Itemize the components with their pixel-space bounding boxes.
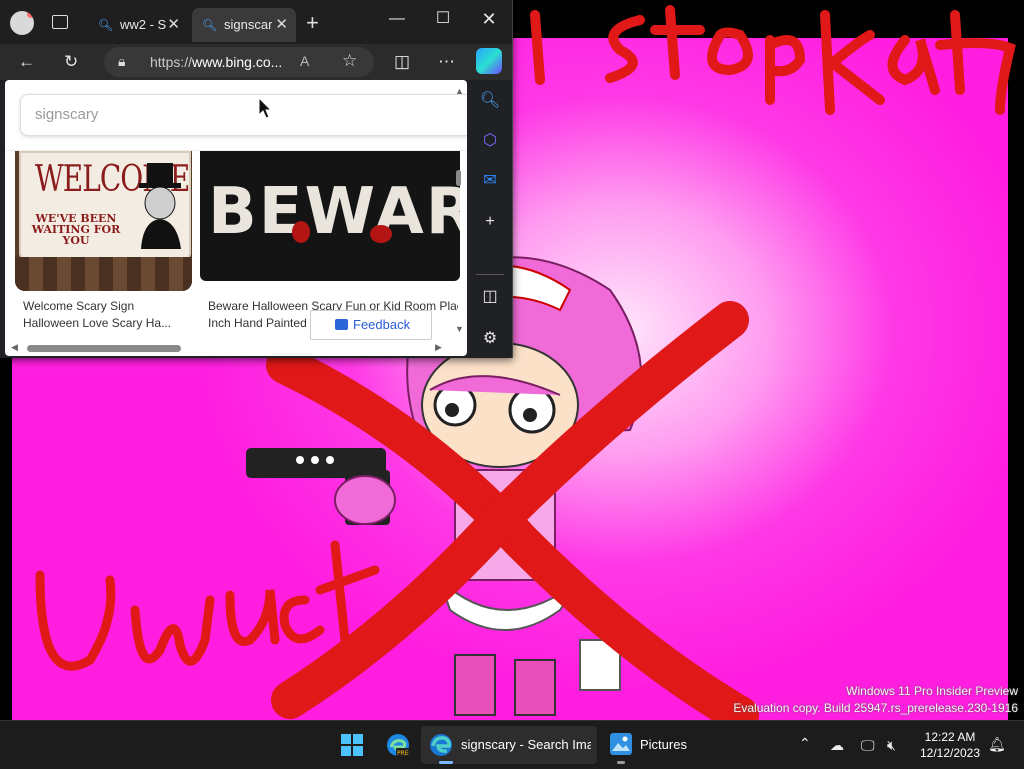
maximize-button[interactable]: ☐ [428,6,458,32]
close-tab-icon[interactable]: ✕ [167,15,180,33]
search-query-text[interactable]: signscary [35,106,98,123]
taskbar-edge-window[interactable]: signscary - Search Imag [421,726,597,764]
sidebar-divider [476,274,504,275]
result-caption-welcome[interactable]: Welcome Scary Sign Halloween Love Scary … [23,298,188,332]
horizontal-scroll-thumb[interactable] [27,345,181,352]
svg-text:PRE: PRE [397,750,409,757]
mouse-cursor-icon [258,97,272,119]
notifications-bell-icon[interactable]: 🔔︎ [988,736,1006,753]
lock-icon[interactable]: 🔒︎ [118,53,125,70]
tab-label: signscar [224,17,272,32]
navigation-toolbar: ← ↻ 🔒︎ https://www.bing.co... A ☆ ◫ ⋯ [0,44,512,80]
hide-sidebar-icon[interactable]: ◫ [468,286,512,306]
sidebar-outlook-icon[interactable]: ✉ [468,170,512,190]
sidebar-add-icon[interactable]: + [468,213,512,231]
back-arrow-icon[interactable]: ← [18,52,35,72]
taskbar-edge-preview[interactable]: PRE [381,726,415,764]
volume-muted-icon[interactable]: 🔇︎ [887,737,896,754]
wood-planks [15,257,192,291]
clock[interactable]: 12:22 AM 12/12/2023 [912,729,988,761]
time-text: 12:22 AM [924,730,976,744]
tab-bar: 🔍︎ ww2 - S ✕ 🔍︎ signscar ✕ + — ☐ ✕ [0,0,512,44]
copilot-icon[interactable] [476,48,502,74]
url-text[interactable]: https://www.bing.co... [150,54,290,70]
taskbar-edge-label: signscary - Search Imag [461,737,591,752]
new-tab-button[interactable]: + [306,10,319,36]
welcome-sign: WELCOME WE'VE BEEN WAITING FOR YOU [19,151,191,261]
search-icon: 🔍︎ [202,18,218,32]
beware-title: BEWAR [208,175,460,249]
active-indicator [439,761,453,764]
open-indicator [617,761,625,764]
sidebar-copilot-icon[interactable]: ⬡ [468,130,512,150]
favorite-star-icon[interactable]: ☆ [342,51,357,71]
sidebar-search-icon[interactable]: 🔍︎ [468,90,512,110]
tab-signscary[interactable]: 🔍︎ signscar ✕ [192,8,296,42]
search-input[interactable]: signscary [20,94,467,136]
close-tab-icon[interactable]: ✕ [275,15,288,33]
profile-avatar[interactable] [10,11,34,35]
show-hidden-icons-chevron-up-icon[interactable]: ⌃ [799,735,811,752]
edge-preview-icon: PRE [387,734,410,757]
feedback-icon [335,319,348,330]
top-hat-man-icon [139,163,181,249]
watermark-line1: Windows 11 Pro Insider Preview [846,684,1018,698]
taskbar: PRE signscary - Search Imag Pictures ⌃ ☁… [0,720,1024,769]
vertical-scrollbar[interactable]: ▲ ▼ [453,82,465,338]
edge-sidebar: 🔍︎ ⬡ ✉ + ◫ ⚙ [468,80,512,358]
welcome-subtitle: WE'VE BEEN WAITING FOR YOU [31,212,121,247]
scroll-right-arrow-icon[interactable]: ▶ [435,342,442,353]
feedback-button[interactable]: Feedback [310,310,432,340]
split-screen-icon[interactable]: ◫ [394,52,410,72]
photos-icon [610,733,632,755]
horizontal-scrollbar[interactable]: ◀ ▶ [5,342,451,354]
date-text: 12/12/2023 [919,746,981,760]
tab-ww2[interactable]: 🔍︎ ww2 - S ✕ [88,8,188,42]
close-window-button[interactable]: ✕ [474,6,504,32]
tab-actions-icon[interactable] [52,15,68,29]
blood-splatter [292,221,310,243]
scroll-up-arrow-icon[interactable]: ▲ [455,86,464,96]
result-image-welcome[interactable]: WELCOME WE'VE BEEN WAITING FOR YOU [15,151,192,291]
watermark-line2: Evaluation copy. Build 25947.rs_prerelea… [733,701,1018,715]
taskbar-pictures[interactable]: Pictures [603,726,695,764]
browser-window: 🔍︎ ww2 - S ✕ 🔍︎ signscar ✕ + — ☐ ✕ ← ↻ 🔒… [0,0,513,358]
minimize-button[interactable]: — [382,6,412,32]
scroll-left-arrow-icon[interactable]: ◀ [11,342,18,353]
result-image-beware[interactable]: BEWAR [200,151,460,281]
page-content: signscary WELCOME WE'VE BEEN WAITING FOR… [5,80,467,356]
search-icon: 🔍︎ [98,18,114,32]
scroll-down-arrow-icon[interactable]: ▼ [455,324,464,334]
blood-splatter [370,225,392,243]
feedback-label: Feedback [353,317,411,332]
onedrive-offline-icon[interactable]: ☁ [830,737,844,754]
scroll-thumb[interactable] [456,170,461,186]
taskbar-pictures-label: Pictures [640,737,687,752]
read-aloud-icon[interactable]: A [300,53,309,69]
tab-label: ww2 - S [120,17,167,32]
start-windows-icon[interactable] [341,734,363,756]
network-icon[interactable]: 🖵︎ [861,737,875,754]
address-bar[interactable]: 🔒︎ https://www.bing.co... A ☆ [104,47,374,77]
sidebar-settings-gear-icon[interactable]: ⚙ [468,328,512,348]
more-menu-icon[interactable]: ⋯ [438,52,455,72]
edge-icon [430,734,452,756]
refresh-icon[interactable]: ↻ [64,52,78,72]
